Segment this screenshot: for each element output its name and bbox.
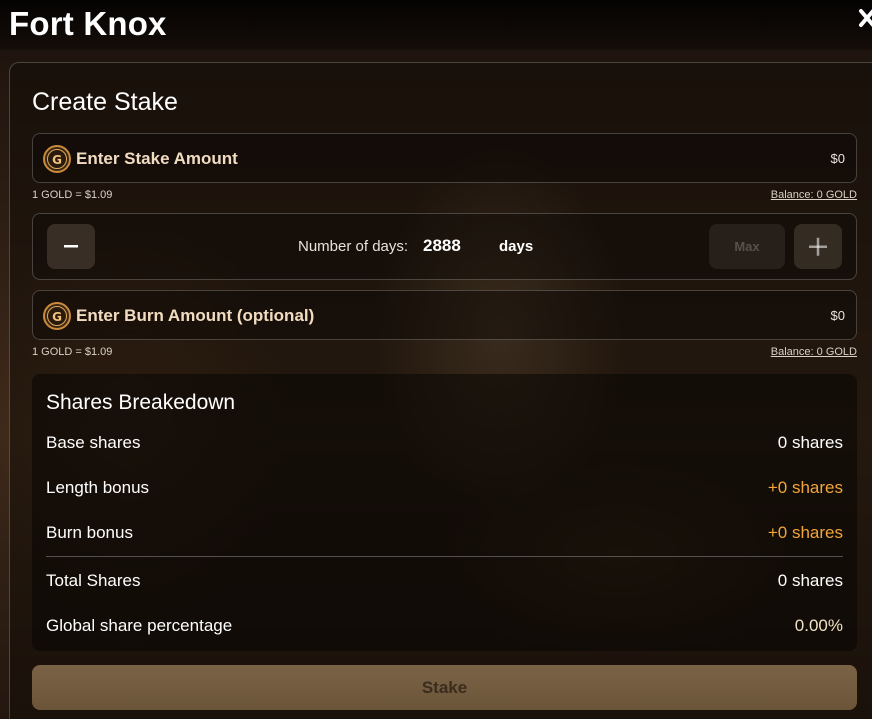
burn-field-info: 1 GOLD = $1.09 Balance: 0 GOLD [32,346,857,360]
stake-amount-input[interactable]: Enter Stake Amount [76,149,238,169]
days-value: 2888 [423,236,461,255]
burn-usd-value: $0 [830,308,845,323]
close-button[interactable] [856,4,872,34]
burn-amount-input[interactable]: Enter Burn Amount (optional) [76,306,314,326]
app-title: Fort Knox [9,5,167,42]
burn-amount-field[interactable]: G Enter Burn Amount (optional) $0 [32,290,857,340]
row-label: Total Shares [46,571,141,590]
row-value: +0 shares [767,523,843,542]
minus-icon [64,245,78,248]
burn-balance-link[interactable]: Balance: 0 GOLD [771,346,857,358]
gold-rate: 1 GOLD = $1.09 [32,189,113,201]
svg-text:G: G [52,310,62,324]
max-days-button[interactable]: Max [709,224,785,269]
row-label: Length bonus [46,478,150,497]
row-value: 0 shares [777,571,843,590]
breakdown-divider [46,556,843,557]
stake-balance-link[interactable]: Balance: 0 GOLD [771,189,857,201]
svg-text:G: G [52,153,62,167]
days-unit: days [499,238,534,255]
gold-coin-icon: G [43,302,71,330]
row-label: Base shares [46,433,141,452]
burn-bonus-row: Burn bonus +0 shares [46,523,843,547]
breakdown-title: Shares Breakedown [46,391,236,414]
total-shares-row: Total Shares 0 shares [46,571,843,595]
row-value: 0.00% [794,616,843,635]
decrease-days-button[interactable] [47,224,95,269]
days-selector: Number of days: 2888 days Max [32,213,857,280]
gold-coin-icon: G [43,145,71,173]
base-shares-row: Base shares 0 shares [46,433,843,457]
row-label: Global share percentage [46,616,233,635]
length-bonus-row: Length bonus +0 shares [46,478,843,502]
stake-button[interactable]: Stake [32,665,857,710]
row-label: Burn bonus [46,523,133,542]
stake-field-info: 1 GOLD = $1.09 Balance: 0 GOLD [32,189,857,203]
plus-icon [809,237,827,256]
global-share-row: Global share percentage 0.00% [46,616,843,640]
row-value: +0 shares [767,478,843,497]
row-value: 0 shares [777,433,843,452]
shares-breakdown: Shares Breakedown Base shares 0 shares L… [32,374,857,651]
stake-amount-field[interactable]: G Enter Stake Amount $0 [32,133,857,183]
gold-rate: 1 GOLD = $1.09 [32,346,113,358]
stake-usd-value: $0 [830,151,845,166]
close-icon [859,9,872,27]
increase-days-button[interactable] [794,224,842,269]
days-label: Number of days: [298,238,409,255]
panel-title: Create Stake [32,88,178,116]
